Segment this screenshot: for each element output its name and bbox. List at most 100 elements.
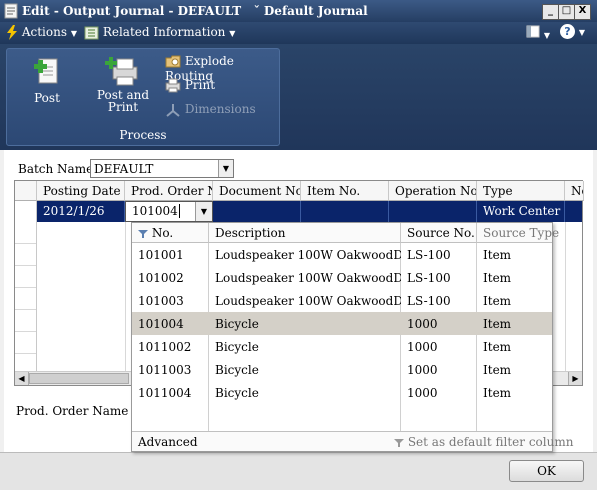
post-icon [34,58,58,84]
post-button[interactable]: Post [15,53,79,113]
explode-routing-button[interactable]: Explode Routing [165,54,277,83]
window-title: Edit - Output Journal - DEFAULT ˇ Defaul… [22,4,368,18]
close-button[interactable]: X [574,4,591,20]
row-selector-header [15,181,37,201]
related-information-menu[interactable]: Related Information ▼ [84,25,235,41]
post-and-print-button[interactable]: Post and Print [91,53,155,117]
chevron-down-icon: ▼ [229,29,236,38]
chevron-down-icon[interactable]: ▼ [218,160,233,177]
advanced-link[interactable]: Advanced [138,435,198,449]
popup-source-type-cell: Item [483,317,512,331]
document-no-cell[interactable] [213,201,301,222]
ok-button[interactable]: OK [509,460,584,482]
list-item[interactable]: 101001 Loudspeaker 100W OakwoodDeluxe LS… [132,243,552,266]
col-no[interactable]: No [565,181,584,201]
explode-routing-icon [165,55,181,68]
popup-no-cell: 101002 [138,271,184,285]
column-divider [125,222,126,372]
scroll-left-icon[interactable]: ◀ [15,372,29,385]
popup-source-type-cell: Item [483,340,512,354]
col-posting-date[interactable]: Posting Date [37,181,125,201]
popup-source-no-cell: LS-100 [407,294,451,308]
table-row[interactable]: 2012/1/26 101004 ▼ Work Center [15,201,582,222]
popup-col-source-type[interactable]: Source Type [477,223,559,243]
set-default-filter-link[interactable]: Set as default filter column [394,435,573,449]
post-and-print-label: Post and Print [96,88,150,114]
operation-no-cell[interactable] [389,201,477,222]
ribbon-group-label: Process [119,128,167,142]
popup-no-cell: 1011003 [138,363,192,377]
popup-col-no[interactable]: No. [132,223,209,243]
popup-no-cell: 101004 [138,317,184,331]
col-item-no[interactable]: Item No. [301,181,389,201]
print-button[interactable]: Print [165,78,277,96]
type-cell[interactable]: Work Center [477,201,565,222]
row-selector-column [15,222,37,372]
popup-source-no-cell: LS-100 [407,248,451,262]
popup-source-no-cell: 1000 [407,363,438,377]
chevron-down-icon: ▼ [70,29,77,38]
related-information-label: Related Information [102,25,226,39]
footer-bar [0,452,597,490]
actions-menu[interactable]: Actions ▼ [6,25,77,41]
ribbon-group-process: Post Post and Print Explode Routing Prin… [6,48,280,146]
popup-source-type-cell: Item [483,386,512,400]
popup-no-cell: 1011002 [138,340,192,354]
popup-description-cell: Loudspeaker 100W OakwoodDeluxe [215,271,401,285]
popup-source-type-cell: Item [483,363,512,377]
popup-col-source-no[interactable]: Source No. [401,223,477,243]
popup-source-type-cell: Item [483,271,512,285]
row-selector[interactable] [15,201,37,222]
prod-order-no-value: 101004 [132,204,178,218]
scroll-right-icon[interactable]: ▶ [568,372,582,385]
col-prod-order-no[interactable]: Prod. Order No. [125,181,213,201]
list-item-selected[interactable]: 101004 Bicycle 1000 Item [132,312,552,335]
popup-footer: Advanced Set as default filter column [132,431,573,451]
help-menu[interactable]: ? ▼ [560,24,594,42]
dimensions-label: Dimensions [184,102,256,116]
popup-description-cell: Bicycle [215,317,259,331]
popup-description-cell: Bicycle [215,386,259,400]
scrollbar-thumb[interactable] [29,373,129,384]
col-type[interactable]: Type [477,181,565,201]
batch-name-dropdown[interactable]: DEFAULT ▼ [90,159,234,178]
list-item[interactable]: 1011002 Bicycle 1000 Item [132,335,552,358]
column-divider [565,222,566,372]
popup-col-description[interactable]: Description [209,223,401,243]
popup-description-cell: Bicycle [215,363,259,377]
popup-no-cell: 101001 [138,248,184,262]
layout-icon [526,25,540,38]
list-item[interactable]: 1011003 Bicycle 1000 Item [132,358,552,381]
maximize-button[interactable]: □ [558,4,575,20]
popup-source-no-cell: LS-100 [407,271,451,285]
list-item[interactable]: 1011004 Bicycle 1000 Item [132,381,552,404]
minimize-button[interactable]: _ [542,4,559,20]
popup-description-cell: Bicycle [215,340,259,354]
popup-source-type-cell: Item [483,248,512,262]
prod-order-name-label: Prod. Order Name [16,404,129,418]
print-label: Print [184,78,216,92]
actions-label: Actions [21,25,67,39]
popup-no-cell: 101003 [138,294,184,308]
popup-col-no-label: No. [151,226,174,240]
post-label: Post [34,91,60,105]
help-icon: ? [560,24,575,39]
col-document-no[interactable]: Document No. [213,181,301,201]
col-operation-no[interactable]: Operation No. [389,181,477,201]
popup-no-cell: 1011004 [138,386,192,400]
dimensions-button[interactable]: Dimensions [165,102,277,120]
post-print-icon [105,57,138,86]
filter-icon [394,438,404,447]
popup-description-cell: Loudspeaker 100W OakwoodDeluxe [215,248,401,262]
list-item[interactable]: 101003 Loudspeaker 100W OakwoodDeluxe LS… [132,289,552,312]
list-item[interactable]: 101002 Loudspeaker 100W OakwoodDeluxe LS… [132,266,552,289]
posting-date-cell[interactable]: 2012/1/26 [37,201,125,222]
popup-source-no-cell: 1000 [407,340,438,354]
related-info-icon [84,26,99,39]
chevron-down-icon[interactable]: ▼ [195,202,212,221]
item-no-cell[interactable] [301,201,389,222]
app-icon [4,3,18,19]
popup-description-cell: Loudspeaker 100W OakwoodDeluxe [215,294,401,308]
view-menu[interactable]: ▼ [526,25,552,41]
lightning-icon [7,25,17,40]
